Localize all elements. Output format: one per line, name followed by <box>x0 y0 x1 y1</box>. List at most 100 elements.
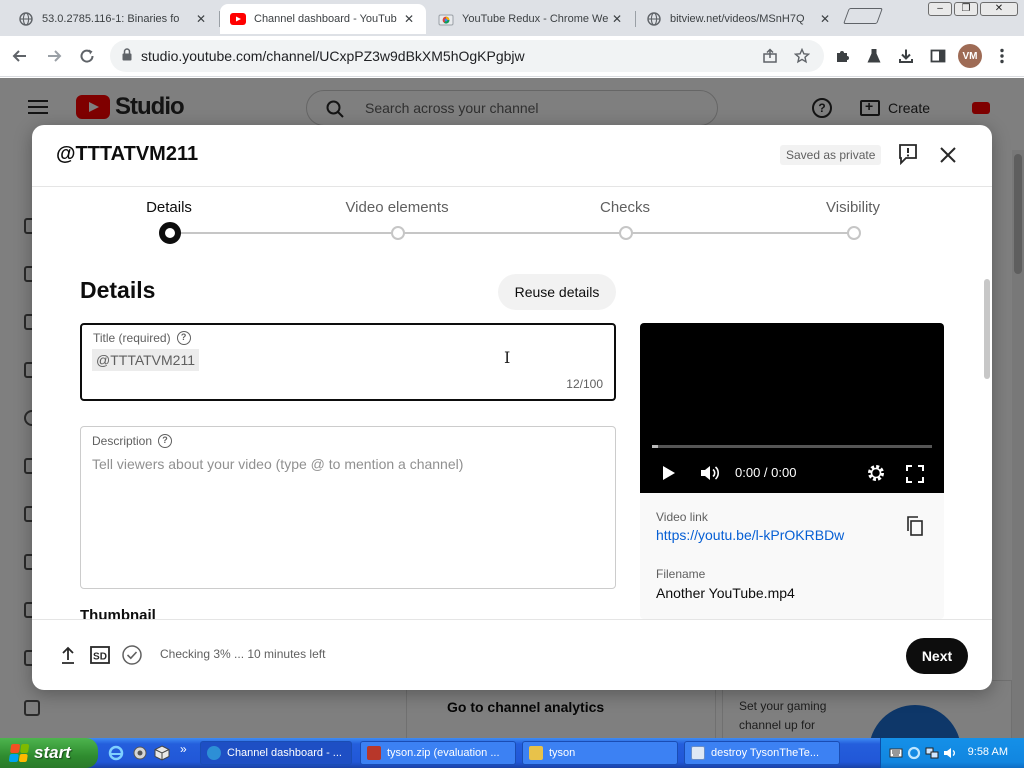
start-button[interactable]: start <box>0 738 98 768</box>
step-video-elements-dot[interactable] <box>391 226 405 240</box>
taskbar-item-tyson-folder[interactable]: tyson <box>522 741 678 765</box>
reload-icon <box>80 49 94 63</box>
checks-circle-icon[interactable] <box>122 645 142 670</box>
download-icon[interactable] <box>894 44 918 68</box>
copy-icon[interactable] <box>906 516 924 541</box>
details-heading: Details <box>80 277 156 303</box>
video-progress-bar[interactable] <box>652 445 932 448</box>
dialog-scrollbar[interactable] <box>984 269 990 609</box>
forward-button[interactable] <box>42 44 66 68</box>
settings-gear-icon[interactable] <box>866 463 886 488</box>
tab-title: bitview.net/videos/MSnH7Q <box>670 13 805 25</box>
forward-arrow-icon <box>48 50 62 62</box>
chrome-menu-kebab-icon[interactable] <box>990 44 1014 68</box>
keyboard-icon[interactable] <box>889 746 903 760</box>
system-tray: 9:58 AM <box>880 738 1024 768</box>
sd-quality-badge: SD <box>90 646 110 669</box>
description-field[interactable]: Description ? Tell viewers about your vi… <box>80 426 616 589</box>
folder-icon <box>529 746 543 760</box>
help-question-icon[interactable]: ? <box>158 434 173 448</box>
youtube-icon <box>230 11 246 27</box>
title-field[interactable]: Title (required) ? @TTTATVM211 I 12/100 <box>80 323 616 401</box>
new-tab-button[interactable] <box>843 8 883 24</box>
back-arrow-icon <box>12 50 26 62</box>
reload-button[interactable] <box>75 44 99 68</box>
tray-ie-icon[interactable] <box>907 746 921 760</box>
taskbar-item-tyson-zip[interactable]: tyson.zip (evaluation ... <box>360 741 516 765</box>
taskbar-item-label: destroy TysonTheTe... <box>711 747 820 759</box>
browser-toolbar: studio.youtube.com/channel/UCxpPZ3w9dBkX… <box>0 36 1024 77</box>
filename-label: Filename <box>656 567 706 581</box>
taskbar-clock: 9:58 AM <box>967 746 1008 758</box>
network-icon[interactable] <box>925 746 939 760</box>
tool-icon[interactable] <box>132 745 148 761</box>
dialog-title: @TTTATVM211 <box>56 143 199 165</box>
step-visibility-dot[interactable] <box>847 226 861 240</box>
step-video-elements[interactable]: Video elements <box>345 199 448 216</box>
step-checks-dot[interactable] <box>619 226 633 240</box>
step-details[interactable]: Details <box>146 199 192 216</box>
upload-arrow-icon[interactable] <box>60 645 76 670</box>
minimize-button[interactable]: – <box>928 2 952 16</box>
thumbnail-heading: Thumbnail <box>80 607 156 619</box>
feedback-icon[interactable] <box>898 143 918 166</box>
fullscreen-icon[interactable] <box>906 465 924 488</box>
window-close-button[interactable]: ✕ <box>980 2 1018 16</box>
winrar-archive-icon <box>367 746 381 760</box>
step-visibility[interactable]: Visibility <box>826 199 880 216</box>
side-panel-icon[interactable] <box>926 44 950 68</box>
chrome-web-store-icon <box>438 11 454 27</box>
browser-tab-binaries[interactable]: 53.0.2785.116-1: Binaries fo ✕ <box>8 4 218 34</box>
bookmark-star-icon[interactable] <box>792 46 812 66</box>
lab-flask-icon[interactable] <box>862 44 886 68</box>
description-placeholder[interactable]: Tell viewers about your video (type @ to… <box>92 456 463 472</box>
dialog-scroll-area: Details Reuse details Title (required) ?… <box>32 257 992 619</box>
internet-explorer-icon[interactable] <box>108 745 124 761</box>
globe-icon <box>646 11 662 27</box>
browser-tab-strip: 53.0.2785.116-1: Binaries fo ✕ Channel d… <box>0 0 1024 36</box>
back-button[interactable] <box>8 44 32 68</box>
step-details-dot[interactable] <box>159 222 181 244</box>
extensions-puzzle-icon[interactable] <box>830 44 854 68</box>
share-icon[interactable] <box>760 46 780 66</box>
video-time: 0:00 / 0:00 <box>735 465 797 480</box>
help-question-icon[interactable]: ? <box>176 331 191 345</box>
title-field-label: Title (required) ? <box>93 331 191 345</box>
upload-details-dialog: @TTTATVM211 Saved as private Details Vid… <box>32 125 992 690</box>
close-icon[interactable] <box>936 143 960 167</box>
profile-avatar[interactable]: VM <box>958 44 982 68</box>
description-field-label: Description ? <box>92 434 173 448</box>
tab-close-icon[interactable]: ✕ <box>610 12 624 26</box>
video-player[interactable]: 0:00 / 0:00 <box>640 323 944 493</box>
maximize-button[interactable]: ❐ <box>954 2 978 16</box>
title-input-value[interactable]: @TTTATVM211 <box>92 349 199 371</box>
reuse-details-button[interactable]: Reuse details <box>498 274 616 310</box>
video-progress-fill <box>652 445 658 448</box>
tab-close-icon[interactable]: ✕ <box>194 12 208 26</box>
video-preview-card: 0:00 / 0:00 Video link https://youtu.be/… <box>640 323 944 619</box>
lock-icon <box>122 48 132 66</box>
next-button[interactable]: Next <box>906 638 968 674</box>
cube-icon[interactable] <box>154 745 170 761</box>
browser-tab-bitview[interactable]: bitview.net/videos/MSnH7Q ✕ <box>636 4 842 34</box>
volume-tray-icon[interactable] <box>943 746 957 760</box>
quicklaunch-more-icon[interactable]: » <box>180 742 196 758</box>
volume-icon[interactable] <box>700 464 720 487</box>
video-link[interactable]: https://youtu.be/l-kPrOKRBDw <box>656 527 844 543</box>
play-icon[interactable] <box>662 465 676 486</box>
chrome-app-icon <box>207 746 221 760</box>
windows-flag-icon <box>8 744 30 762</box>
taskbar-item-channel-dashboard[interactable]: Channel dashboard - ... <box>200 741 352 765</box>
step-checks[interactable]: Checks <box>600 199 650 216</box>
title-char-counter: 12/100 <box>566 377 603 391</box>
taskbar-item-destroy-tyson[interactable]: destroy TysonTheTe... <box>684 741 840 765</box>
tab-close-icon[interactable]: ✕ <box>818 12 832 26</box>
browser-tab-youtube-redux[interactable]: YouTube Redux - Chrome We ✕ <box>428 4 634 34</box>
dialog-footer-divider <box>32 619 992 620</box>
tab-close-icon[interactable]: ✕ <box>402 12 416 26</box>
dialog-scrollbar-thumb[interactable] <box>984 279 990 379</box>
address-bar[interactable]: studio.youtube.com/channel/UCxpPZ3w9dBkX… <box>110 40 824 72</box>
stepper-track <box>177 232 853 234</box>
tab-title: YouTube Redux - Chrome We <box>462 13 609 25</box>
browser-tab-channel-dashboard[interactable]: Channel dashboard - YouTub ✕ <box>220 4 426 34</box>
